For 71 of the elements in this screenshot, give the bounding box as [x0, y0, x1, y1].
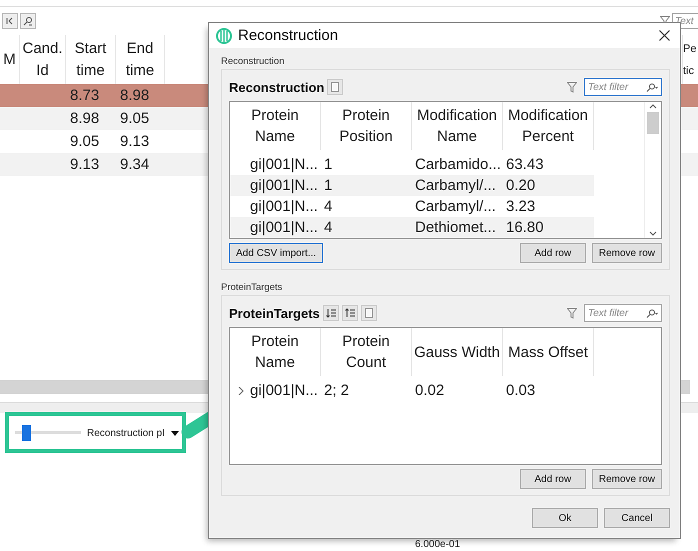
table-cell-text: 2; 2	[323, 381, 350, 401]
toolbar-icon[interactable]	[2, 13, 18, 29]
axis-label: 6.000e-01	[415, 539, 460, 551]
export-icon[interactable]	[327, 79, 344, 95]
table-cell: 16.80	[503, 217, 594, 238]
search-icon[interactable]	[646, 309, 658, 318]
sort-list-icon[interactable]	[342, 305, 358, 321]
table-cell-text: gi|001|N...	[249, 197, 319, 217]
table-cell: gi|001|N...	[230, 380, 321, 401]
table-cell-text: 8.98	[119, 86, 150, 106]
table-title: ProteinTargets	[229, 306, 320, 320]
sort-list-icon[interactable]	[322, 305, 339, 321]
group-label: Reconstruction	[221, 56, 284, 67]
column-header[interactable]: Gauss Width	[412, 328, 503, 376]
caret-icon[interactable]	[170, 430, 179, 436]
column-header[interactable]: Protein Count	[321, 328, 412, 376]
vertical-scrollbar[interactable]	[644, 102, 661, 238]
close-icon[interactable]	[659, 30, 670, 41]
app-logo-icon	[216, 28, 232, 44]
scroll-down-icon[interactable]	[648, 230, 658, 238]
scroll-up-icon[interactable]	[648, 102, 658, 110]
dropdown-label[interactable]: Reconstruction pI	[87, 428, 165, 438]
window-title: Reconstruction	[238, 27, 340, 44]
expand-icon[interactable]	[238, 386, 244, 394]
search-icon[interactable]	[646, 83, 658, 92]
text-filter-field[interactable]: Text filter	[584, 304, 662, 322]
column-header[interactable]: Protein Name	[230, 328, 321, 376]
table-title: Reconstruction	[229, 80, 324, 94]
table-cell-text: 63.43	[505, 155, 545, 175]
add-row-button[interactable]: Add row	[520, 243, 586, 263]
filter-icon[interactable]	[567, 308, 577, 318]
table-cell: 4	[321, 217, 412, 238]
remove-row-button[interactable]: Remove row	[592, 243, 662, 263]
table-cell: Dethiomet...	[412, 217, 503, 238]
search-icon[interactable]	[20, 13, 36, 29]
add-csv-button[interactable]: Add CSV import...	[229, 243, 324, 263]
scrollbar-thumb[interactable]	[647, 112, 659, 134]
column-header[interactable]: Pe tic	[683, 35, 698, 84]
table-cell-text: 9.13	[69, 155, 100, 175]
table-cell-text: 0.02	[414, 381, 446, 401]
column-header[interactable]: Protein Position	[321, 102, 412, 150]
slider-thumb[interactable]	[22, 425, 31, 441]
column-header[interactable]: Protein Name	[230, 102, 321, 150]
text-filter-field[interactable]: Text filter	[584, 78, 662, 96]
table-cell-text: 8.73	[69, 86, 100, 106]
remove-row-button[interactable]: Remove row	[592, 469, 662, 489]
table-cell-text: 1	[323, 155, 334, 175]
column-header[interactable]: Mass Offset	[503, 328, 594, 376]
table-cell: gi|001|N...	[230, 217, 321, 238]
filter-icon[interactable]	[567, 82, 577, 92]
column-header[interactable]: Modification Name	[412, 102, 503, 150]
table-cell: gi|001|N...	[230, 175, 321, 196]
ok-button[interactable]: Ok	[532, 508, 598, 528]
table-cell: Carbamyl/...	[412, 175, 503, 196]
table-cell-text: 4	[323, 197, 334, 217]
cancel-button[interactable]: Cancel	[604, 508, 670, 528]
table-cell: 1	[321, 175, 412, 196]
column-header[interactable]: Modification Percent	[503, 102, 594, 150]
table-cell-text: gi|001|N...	[249, 155, 319, 175]
table-cell-text: Carbamido...	[414, 155, 502, 175]
table-cell-text: 9.13	[119, 132, 150, 152]
table-cell-text: 3.23	[505, 197, 536, 217]
add-row-button[interactable]: Add row	[520, 469, 586, 489]
table-cell-text: 8.98	[69, 109, 100, 129]
table-cell-text: 0.03	[505, 381, 536, 401]
table-cell-text: 9.05	[119, 109, 150, 129]
group-label: ProteinTargets	[221, 282, 282, 293]
table-cell-text: 9.05	[69, 132, 100, 152]
table-cell-text: 9.34	[119, 155, 150, 175]
table-cell-text: Carbamyl/...	[414, 197, 497, 217]
table-cell: 0.20	[503, 175, 594, 196]
